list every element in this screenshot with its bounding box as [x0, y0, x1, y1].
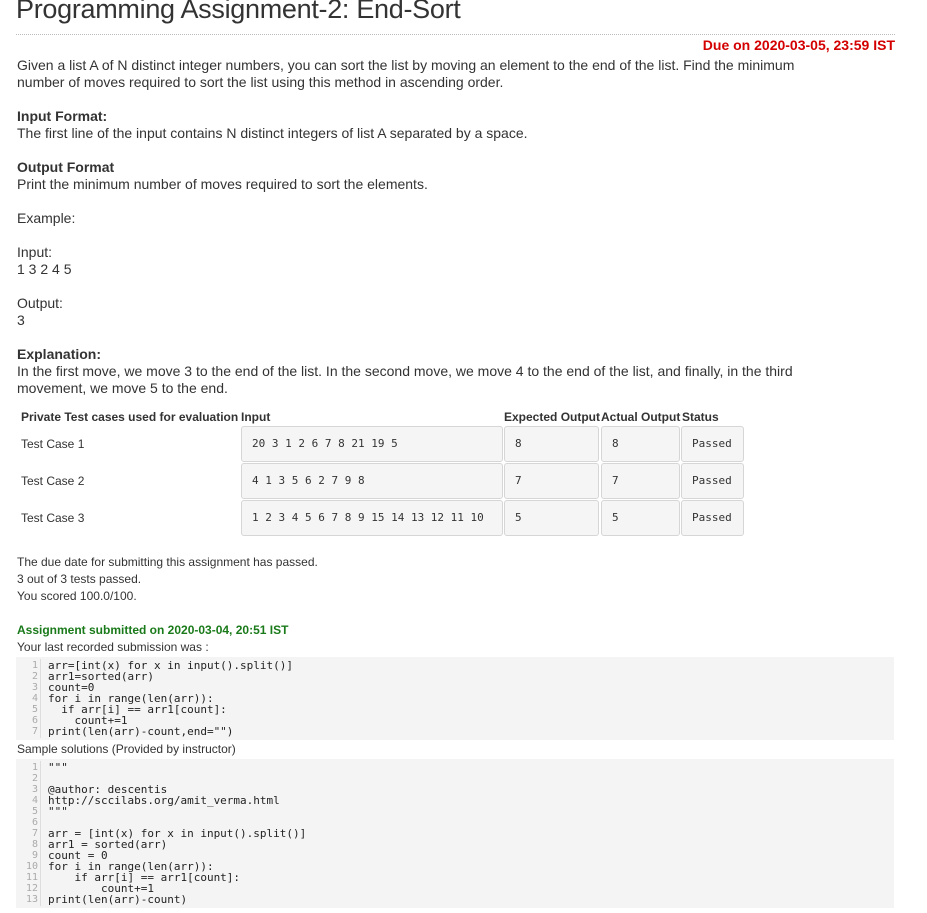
- test-case-input: 4 1 3 5 6 2 7 9 8: [241, 463, 503, 499]
- last-submission-label: Your last recorded submission was :: [17, 640, 209, 654]
- test-case-input: 1 2 3 4 5 6 7 8 9 15 14 13 12 11 10: [241, 500, 503, 536]
- sample-code-line: """: [48, 805, 68, 818]
- line-number: 5: [31, 806, 38, 817]
- sample-code-line: """: [48, 761, 68, 774]
- test-case-status: Passed: [681, 500, 744, 536]
- submission-timestamp: Assignment submitted on 2020-03-04, 20:5…: [17, 623, 289, 637]
- input-format-text: The first line of the input contains N d…: [17, 125, 528, 141]
- test-case-name: Test Case 1: [21, 437, 85, 451]
- line-number: 12: [25, 883, 38, 894]
- header-test-cases: Private Test cases used for evaluation: [21, 410, 239, 424]
- explanation-line-1: In the first move, we move 3 to the end …: [17, 363, 793, 379]
- header-input: Input: [241, 410, 271, 424]
- line-number: 4: [31, 795, 38, 806]
- header-expected-output: Expected Output: [504, 410, 601, 424]
- title-divider: [16, 34, 895, 35]
- header-actual-output: Actual Output: [601, 410, 681, 424]
- output-format-text: Print the minimum number of moves requir…: [17, 176, 428, 192]
- line-number: 13: [25, 894, 38, 905]
- test-case-expected: 8: [504, 426, 599, 462]
- line-number: 2: [31, 773, 38, 784]
- due-date: Due on 2020-03-05, 23:59 IST: [702, 37, 895, 53]
- line-number: 3: [31, 784, 38, 795]
- header-status: Status: [682, 410, 719, 424]
- code-gutter-divider: [40, 761, 41, 906]
- code-gutter-divider: [40, 659, 41, 738]
- test-case-name: Test Case 3: [21, 511, 85, 525]
- line-number: 6: [31, 715, 38, 726]
- input-format-heading: Input Format:: [17, 108, 108, 124]
- output-format-heading: Output Format: [17, 159, 115, 175]
- due-passed-notice: The due date for submitting this assignm…: [17, 555, 318, 569]
- line-number: 3: [31, 682, 38, 693]
- example-input-value: 1 3 2 4 5: [17, 261, 72, 277]
- line-number: 4: [31, 693, 38, 704]
- line-number: 10: [25, 861, 38, 872]
- example-output-value: 3: [17, 312, 25, 328]
- test-case-expected: 7: [504, 463, 599, 499]
- test-case-actual: 7: [601, 463, 680, 499]
- test-case-name: Test Case 2: [21, 474, 85, 488]
- line-number: 2: [31, 671, 38, 682]
- example-label: Example:: [17, 210, 76, 226]
- line-number: 5: [31, 704, 38, 715]
- example-input-label: Input:: [17, 244, 53, 260]
- line-number: 7: [31, 726, 38, 737]
- line-number: 9: [31, 850, 38, 861]
- test-case-input: 20 3 1 2 6 7 8 21 19 5: [241, 426, 503, 462]
- explanation-heading: Explanation:: [17, 346, 102, 362]
- example-output-label: Output:: [17, 295, 63, 311]
- line-number: 1: [31, 660, 38, 671]
- test-case-status: Passed: [681, 426, 744, 462]
- sample-code-line: print(len(arr)-count): [48, 893, 188, 906]
- test-case-actual: 8: [601, 426, 680, 462]
- description-line-2: number of moves required to sort the lis…: [17, 74, 504, 90]
- test-case-expected: 5: [504, 500, 599, 536]
- score-text: You scored 100.0/100.: [17, 589, 137, 603]
- page-title: Programming Assignment-2: End-Sort: [16, 0, 461, 24]
- line-number: 1: [31, 762, 38, 773]
- test-case-actual: 5: [601, 500, 680, 536]
- line-number: 8: [31, 839, 38, 850]
- line-number: 7: [31, 828, 38, 839]
- test-case-status: Passed: [681, 463, 744, 499]
- sample-code-line: http://sccilabs.org/amit_verma.html: [48, 794, 280, 807]
- submission-code-line: print(len(arr)-count,end=""): [48, 725, 234, 738]
- tests-passed-summary: 3 out of 3 tests passed.: [17, 572, 142, 586]
- explanation-line-2: movement, we move 5 to the end.: [17, 380, 228, 396]
- sample-solutions-label: Sample solutions (Provided by instructor…: [17, 742, 236, 756]
- line-number: 11: [25, 872, 38, 883]
- description-line-1: Given a list A of N distinct integer num…: [17, 57, 795, 73]
- line-number: 6: [31, 817, 38, 828]
